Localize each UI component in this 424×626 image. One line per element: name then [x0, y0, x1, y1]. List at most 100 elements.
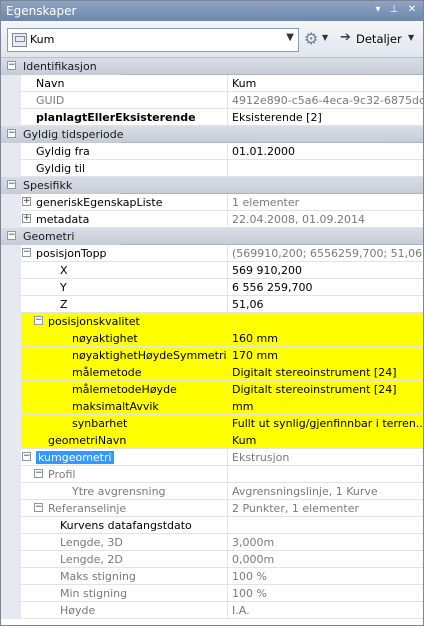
property-name-cell[interactable]: maksimaltAvvik [21, 398, 227, 415]
collapse-icon[interactable]: − [34, 503, 43, 512]
collapse-icon[interactable]: − [7, 61, 16, 70]
property-value-cell[interactable]: Digitalt stereoinstrument [24] [227, 364, 423, 381]
property-value-cell[interactable]: 01.01.2000 [227, 143, 423, 160]
property-name-cell[interactable]: Gyldig til [21, 160, 227, 177]
property-value-cell[interactable] [227, 466, 423, 483]
collapse-icon[interactable]: − [34, 469, 43, 478]
category-row[interactable]: − Spesifikk [1, 177, 423, 194]
property-value-cell[interactable]: 22.04.2008, 01.09.2014 [227, 211, 423, 228]
property-name-cell[interactable]: planlagtEllerEksisterende [21, 109, 227, 126]
property-row[interactable]: nøyaktighetHøydeSymmetrisk 170 mm [1, 347, 423, 364]
property-row[interactable]: planlagtEllerEksisterende Eksisterende [2… [1, 109, 423, 126]
property-name-cell[interactable]: X [21, 262, 227, 279]
property-value-cell[interactable]: 6 556 259,700 [227, 279, 423, 296]
property-value-cell[interactable]: 100 % [227, 585, 423, 602]
property-value-cell[interactable]: Fullt ut synlig/gjenfinnbar i terren... [227, 415, 423, 432]
expand-icon[interactable]: + [22, 197, 31, 206]
property-value-cell[interactable]: Ekstrusjon [227, 449, 423, 466]
property-row[interactable]: geometriNavn Kum [1, 432, 423, 449]
property-row[interactable]: − Profil [1, 466, 423, 483]
property-value-cell[interactable]: Avgrensningslinje, 1 Kurve [227, 483, 423, 500]
property-row[interactable]: maksimaltAvvik mm [1, 398, 423, 415]
property-name-cell[interactable]: Z [21, 296, 227, 313]
property-value-cell[interactable]: mm [227, 398, 423, 415]
property-value-cell[interactable]: I.A. [227, 602, 423, 619]
property-row[interactable]: Gyldig til [1, 160, 423, 177]
settings-button[interactable]: ⚙ ▼ [304, 29, 332, 49]
property-value-cell[interactable]: 1 elementer [227, 194, 423, 211]
property-row[interactable]: X 569 910,200 [1, 262, 423, 279]
collapse-icon[interactable]: − [34, 316, 43, 325]
property-value-cell[interactable]: 569 910,200 [227, 262, 423, 279]
property-value-cell[interactable]: 0,000m [227, 551, 423, 568]
category-row[interactable]: − Identifikasjon [1, 58, 423, 75]
property-name-cell[interactable]: − posisjonTopp [21, 245, 227, 262]
property-name-cell[interactable]: + generiskEgenskapListe [21, 194, 227, 211]
property-value-cell[interactable]: 51,06 [227, 296, 423, 313]
object-selector[interactable]: Kum ▼ [7, 28, 299, 52]
collapse-icon[interactable]: − [22, 248, 31, 257]
property-name-cell[interactable]: synbarhet [21, 415, 227, 432]
property-row[interactable]: Navn Kum [1, 75, 423, 92]
property-name-cell[interactable]: + metadata [21, 211, 227, 228]
property-name-cell[interactable]: Lengde, 3D [21, 534, 227, 551]
pin-icon[interactable]: ⊥ [387, 3, 401, 17]
property-row[interactable]: Y 6 556 259,700 [1, 279, 423, 296]
property-row[interactable]: GUID 4912e890-c5a6-4eca-9c32-6875dc51... [1, 92, 423, 109]
property-row[interactable]: Kurvens datafangstdato [1, 517, 423, 534]
property-value-cell[interactable]: Kum [227, 75, 423, 92]
property-row[interactable]: Min stigning 100 % [1, 585, 423, 602]
details-button[interactable]: ➔ Detaljer ▼ [338, 29, 420, 49]
property-value-cell[interactable]: Eksisterende [2] [227, 109, 423, 126]
property-row[interactable]: målemetode Digitalt stereoinstrument [24] [1, 364, 423, 381]
property-name-cell[interactable]: − posisjonskvalitet [21, 313, 227, 330]
property-row[interactable]: Høyde I.A. [1, 602, 423, 619]
property-row[interactable]: nøyaktighet 160 mm [1, 330, 423, 347]
property-name-cell[interactable]: Min stigning [21, 585, 227, 602]
property-name-cell[interactable]: Ytre avgrensning [21, 483, 227, 500]
property-row[interactable]: Lengde, 2D 0,000m [1, 551, 423, 568]
collapse-icon[interactable]: − [22, 452, 31, 461]
property-row[interactable]: målemetodeHøyde Digitalt stereoinstrument… [1, 381, 423, 398]
property-name-cell[interactable]: nøyaktighet [21, 330, 227, 347]
property-row[interactable]: − posisjonTopp (569910,200; 6556259,700; 5… [1, 245, 423, 262]
property-row[interactable]: − kumgeometri Ekstrusjon [1, 449, 423, 466]
property-name-cell[interactable]: Navn [21, 75, 227, 92]
property-row[interactable]: synbarhet Fullt ut synlig/gjenfinnbar i t… [1, 415, 423, 432]
category-row[interactable]: − Gyldig tidsperiode [1, 126, 423, 143]
property-row[interactable]: Lengde, 3D 3,000m [1, 534, 423, 551]
property-name-cell[interactable]: Gyldig fra [21, 143, 227, 160]
property-name-cell[interactable]: − Profil [21, 466, 227, 483]
collapse-icon[interactable]: − [7, 180, 16, 189]
property-value-cell[interactable]: 160 mm [227, 330, 423, 347]
property-name-cell[interactable]: målemetodeHøyde [21, 381, 227, 398]
property-value-cell[interactable]: Digitalt stereoinstrument [24] [227, 381, 423, 398]
property-row[interactable]: − Referanselinje 2 Punkter, 1 elementer [1, 500, 423, 517]
property-value-cell[interactable]: (569910,200; 6556259,700; 51,060) [227, 245, 423, 262]
property-row[interactable]: + metadata 22.04.2008, 01.09.2014 [1, 211, 423, 228]
property-name-cell[interactable]: nøyaktighetHøydeSymmetrisk [21, 347, 239, 364]
property-value-cell[interactable]: 170 mm [227, 347, 423, 364]
property-name-cell[interactable]: geometriNavn [21, 432, 227, 449]
category-row[interactable]: − Geometri [1, 228, 423, 245]
property-value-cell[interactable] [227, 160, 423, 177]
property-row[interactable]: + generiskEgenskapListe 1 elementer [1, 194, 423, 211]
property-name-cell[interactable]: Kurvens datafangstdato [21, 517, 227, 534]
property-value-cell[interactable]: 2 Punkter, 1 elementer [227, 500, 423, 517]
property-name-cell[interactable]: Maks stigning [21, 568, 227, 585]
property-name-cell[interactable]: Y [21, 279, 227, 296]
property-name-cell[interactable]: målemetode [21, 364, 227, 381]
property-value-cell[interactable] [227, 517, 423, 534]
property-row[interactable]: Ytre avgrensning Avgrensningslinje, 1 Kur… [1, 483, 423, 500]
property-name-cell[interactable]: − kumgeometri [21, 449, 227, 466]
chevron-down-icon[interactable]: ▼ [286, 32, 294, 43]
property-name-cell[interactable]: − Referanselinje [21, 500, 227, 517]
collapse-icon[interactable]: − [7, 231, 16, 240]
collapse-icon[interactable]: − [7, 129, 16, 138]
property-row[interactable]: − posisjonskvalitet [1, 313, 423, 330]
property-value-cell[interactable]: 4912e890-c5a6-4eca-9c32-6875dc51... [227, 92, 423, 109]
property-row[interactable]: Gyldig fra 01.01.2000 [1, 143, 423, 160]
dropdown-icon[interactable]: ▾ [371, 3, 385, 17]
property-row[interactable]: Z 51,06 [1, 296, 423, 313]
property-name-cell[interactable]: Høyde [21, 602, 227, 619]
